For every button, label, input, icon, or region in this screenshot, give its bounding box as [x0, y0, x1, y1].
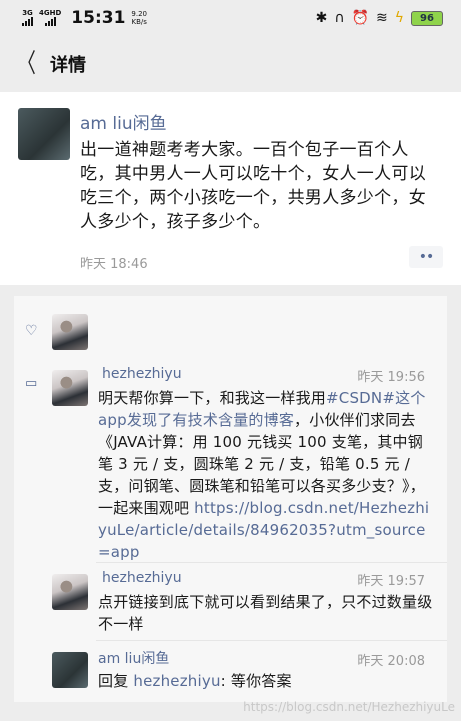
comment-time: 昨天 19:56 [357, 370, 425, 385]
moment-post: am liu闲鱼 出一道神题考考大家。一百个包子一百个人吃，其中男人一人可以吃十… [0, 92, 461, 285]
network-type-2: 4GHD [39, 9, 62, 17]
speed-value: 9.20 [131, 10, 148, 18]
comment-text[interactable]: 点开链接到底下就可以看到结果了，只不过数量级不一样 [98, 591, 438, 635]
reply-text: : 等你答案 [220, 672, 292, 690]
comment-text[interactable]: 明天帮你算一下，和我这一样我用#CSDN#这个app发现了有技术含量的博客，小伙… [98, 387, 438, 563]
status-left: 3G 4GHD 15:31 9.20 KB/s [22, 8, 147, 28]
clock: 15:31 [71, 8, 126, 28]
comment-time: 昨天 19:57 [357, 574, 425, 589]
comment-time: 昨天 20:08 [357, 654, 425, 669]
post-time: 昨天 18:46 [80, 257, 148, 272]
status-right: ✱ ∩ ⏰ ≋ ϟ 96 [316, 10, 443, 26]
page-title: 详情 [50, 55, 86, 76]
signal-2: 4GHD [39, 10, 61, 26]
interaction-panel: ♡ ▭ hezhezhiyu 昨天 19:56 明天帮你算一下，和我这一样我用#… [14, 296, 447, 702]
signal-1: 3G [22, 10, 33, 26]
commenter-avatar[interactable] [52, 574, 88, 610]
comment-icon: ▭ [25, 376, 38, 391]
headphones-icon: ∩ [334, 10, 345, 26]
network-speed: 9.20 KB/s [131, 10, 147, 26]
header: 〈 详情 [0, 36, 461, 92]
charging-icon: ϟ [394, 10, 404, 26]
signal-bars-icon [44, 17, 56, 26]
comment-author[interactable]: hezhezhiyu [102, 570, 182, 586]
signal-bars-icon [22, 17, 33, 26]
network-type-1: 3G [22, 9, 33, 17]
comment-text-part: 明天帮你算一下，和我这一样我用 [98, 389, 327, 407]
comment-author[interactable]: am liu闲鱼 [98, 648, 169, 668]
status-bar: 3G 4GHD 15:31 9.20 KB/s ✱ ∩ ⏰ ≋ ϟ 96 [0, 0, 461, 36]
speed-unit: KB/s [131, 18, 147, 26]
back-chevron-icon[interactable]: 〈 [18, 51, 36, 77]
commenter-avatar[interactable] [52, 652, 88, 688]
more-options-button[interactable]: •• [409, 246, 443, 268]
divider [96, 562, 447, 563]
comment-author[interactable]: hezhezhiyu [102, 366, 182, 382]
reply-to-user[interactable]: hezhezhiyu [133, 672, 220, 690]
alarm-icon: ⏰ [351, 10, 370, 26]
battery-icon: 96 [411, 10, 443, 26]
watermark: https://blog.csdn.net/HezhezhiyuLe [243, 700, 455, 714]
reply-prefix: 回复 [98, 672, 134, 690]
comment-text[interactable]: 回复 hezhezhiyu: 等你答案 [98, 670, 438, 692]
wifi-icon: ≋ [376, 10, 388, 26]
post-author[interactable]: am liu闲鱼 [80, 109, 167, 134]
liker-avatar[interactable] [52, 314, 88, 350]
divider [96, 640, 447, 641]
commenter-avatar[interactable] [52, 370, 88, 406]
post-text: 出一道神题考考大家。一百个包子一百个人吃，其中男人一人可以吃十个，女人一人可以吃… [80, 140, 426, 232]
avatar[interactable] [18, 108, 70, 160]
likes-row: ♡ [14, 314, 447, 354]
bluetooth-icon: ✱ [315, 10, 328, 26]
heart-icon: ♡ [25, 323, 38, 339]
